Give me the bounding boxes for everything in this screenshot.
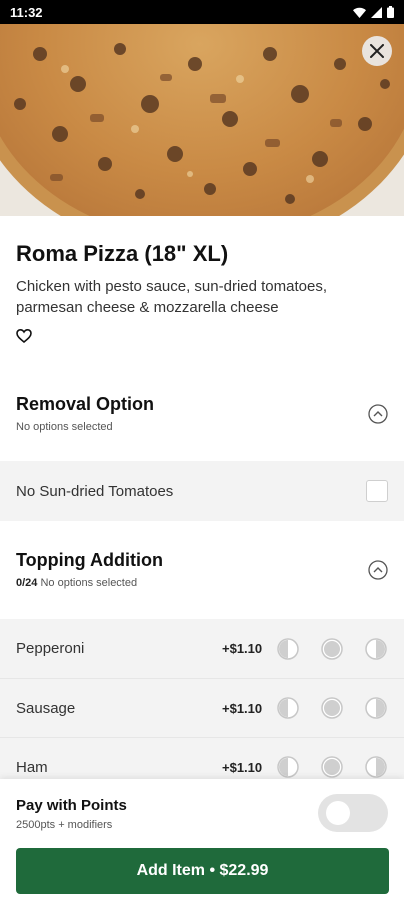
portion-selector: [276, 637, 388, 661]
item-info: Roma Pizza (18" XL) Chicken with pesto s…: [0, 216, 404, 349]
favorite-heart-icon[interactable]: [16, 328, 32, 344]
topping-section-subtitle: 0/24 No options selected: [16, 577, 388, 589]
removal-section-title: Removal Option: [16, 394, 155, 414]
topping-selection-status: No options selected: [40, 577, 138, 589]
bottom-action-bar: Pay with Points 2500pts + modifiers Add …: [0, 779, 404, 900]
topping-price: +$1.10: [222, 641, 263, 656]
whole-pizza-icon[interactable]: [320, 755, 344, 779]
portion-selector: [276, 696, 388, 720]
cell-signal-icon: [371, 6, 382, 18]
topping-section-title: Topping Addition: [16, 550, 163, 570]
removal-options: No Sun-dried Tomatoes: [0, 461, 404, 521]
removal-section-header[interactable]: Removal Option No options selected: [0, 394, 404, 433]
topping-row[interactable]: Sausage +$1.10: [0, 678, 404, 737]
battery-icon: [387, 6, 394, 18]
whole-pizza-icon[interactable]: [320, 696, 344, 720]
close-icon: [370, 44, 384, 58]
item-description: Chicken with pesto sauce, sun-dried toma…: [16, 278, 327, 316]
topping-row[interactable]: Ham +$1.10: [0, 737, 404, 779]
topping-price: +$1.10: [222, 700, 263, 716]
chevron-up-icon[interactable]: [368, 404, 388, 424]
wifi-icon: [353, 7, 366, 18]
topping-count: 0/24: [16, 577, 38, 589]
removal-option-row[interactable]: No Sun-dried Tomatoes: [0, 461, 404, 521]
left-half-icon[interactable]: [276, 637, 300, 661]
topping-list: Pepperoni +$1.10 Sausage +$1.10 Ham +$1.…: [0, 619, 404, 779]
topping-row[interactable]: Pepperoni +$1.10: [0, 619, 404, 678]
status-icons: [353, 6, 394, 18]
pizza-image: [0, 24, 404, 216]
whole-pizza-icon[interactable]: [320, 637, 344, 661]
topping-price: +$1.10: [222, 759, 263, 775]
topping-name: Sausage: [16, 699, 76, 717]
right-half-icon[interactable]: [364, 637, 388, 661]
points-cost-label: 2500pts + modifiers: [16, 819, 113, 831]
pay-with-points-toggle[interactable]: [318, 794, 388, 832]
right-half-icon[interactable]: [364, 755, 388, 779]
removal-section-subtitle: No options selected: [16, 421, 113, 433]
removal-option-label: No Sun-dried Tomatoes: [16, 482, 174, 500]
topping-section-header[interactable]: Topping Addition 0/24 No options selecte…: [0, 550, 404, 589]
status-time: 11:32: [10, 4, 43, 20]
right-half-icon[interactable]: [364, 696, 388, 720]
topping-name: Ham: [16, 758, 48, 776]
toggle-knob: [326, 801, 350, 825]
portion-selector: [276, 755, 388, 779]
left-half-icon[interactable]: [276, 696, 300, 720]
item-title: Roma Pizza (18" XL): [16, 241, 229, 266]
chevron-up-icon[interactable]: [368, 560, 388, 580]
close-button[interactable]: [362, 36, 392, 66]
pay-with-points-label: Pay with Points: [16, 797, 127, 814]
add-item-button[interactable]: Add Item • $22.99: [16, 848, 389, 894]
topping-name: Pepperoni: [16, 640, 85, 657]
left-half-icon[interactable]: [276, 755, 300, 779]
status-bar: 11:32: [0, 0, 404, 24]
removal-option-checkbox[interactable]: [366, 480, 388, 502]
